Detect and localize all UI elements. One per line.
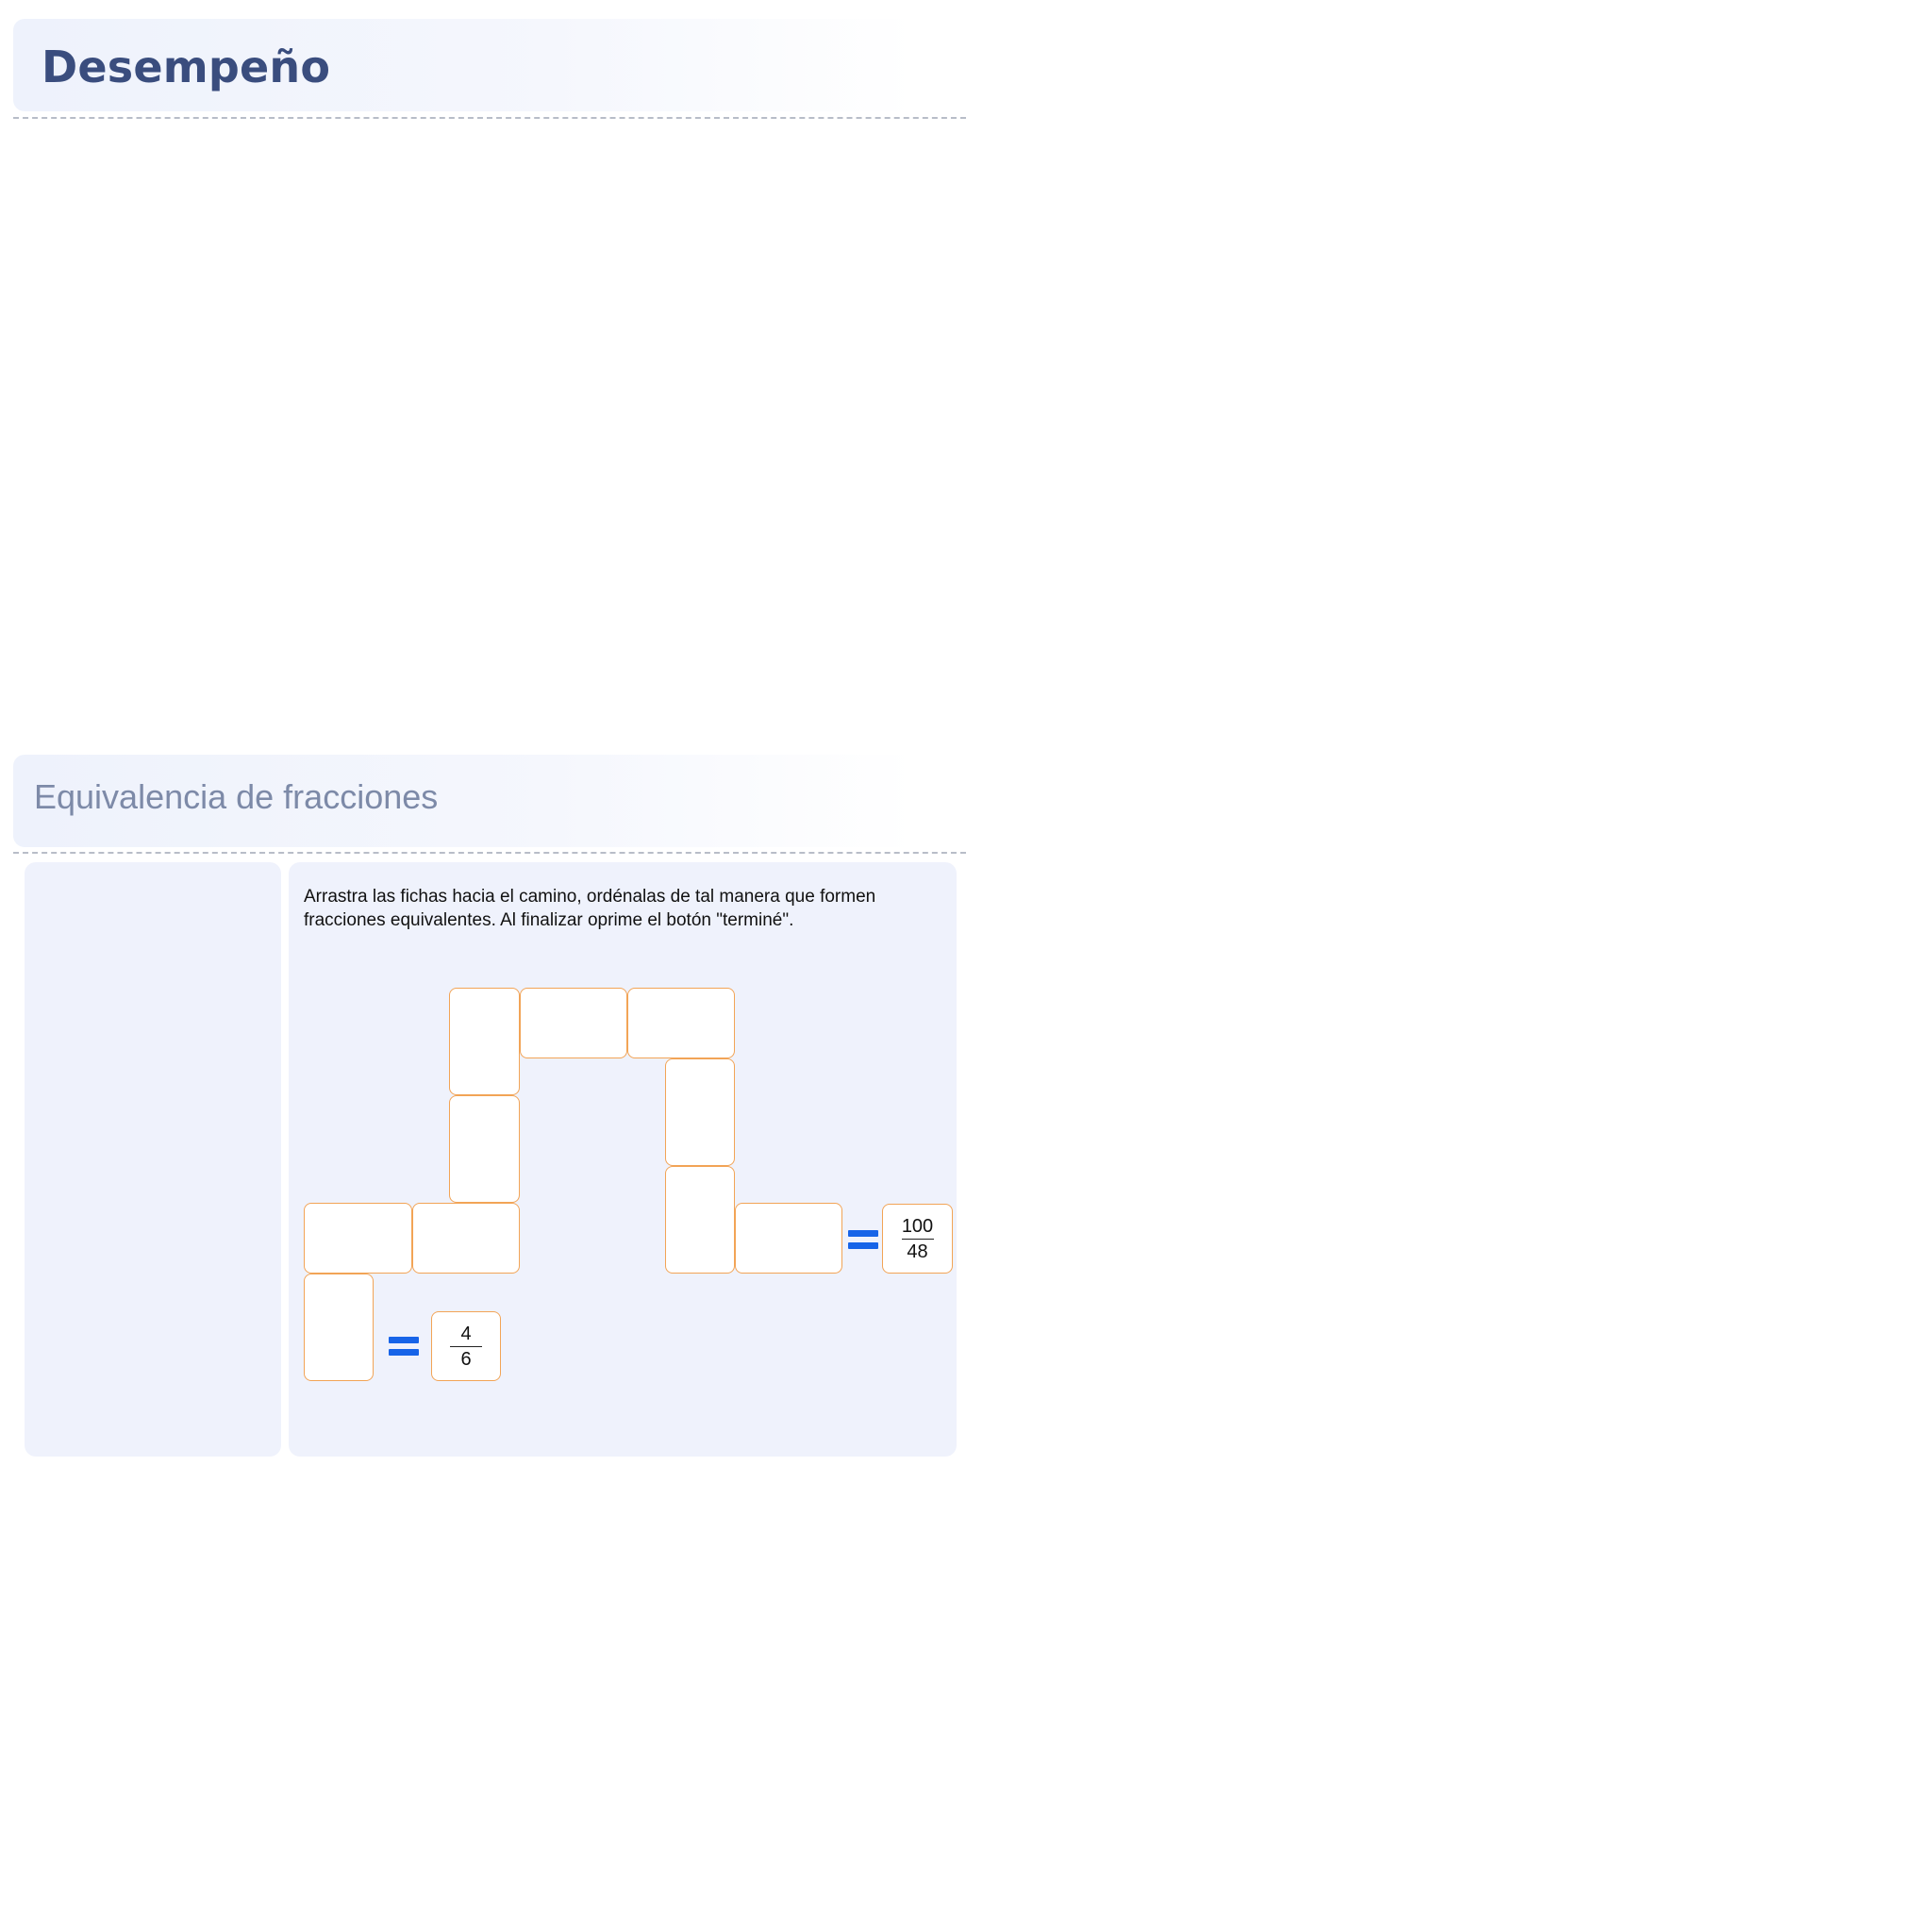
activity-header-banner: Equivalencia de fracciones: [13, 755, 915, 847]
activity-divider: [13, 852, 966, 854]
path-slot-9[interactable]: [665, 1166, 735, 1274]
equals-sign-end: [848, 1230, 878, 1249]
header-divider: [13, 117, 966, 119]
path-slot-4[interactable]: [449, 1095, 520, 1203]
path-slot-8[interactable]: [665, 1058, 735, 1166]
end-fraction-card: 100 48: [882, 1204, 953, 1274]
path-slot-6[interactable]: [520, 988, 627, 1058]
path-slot-7[interactable]: [627, 988, 735, 1058]
page-header-banner: Desempeño: [13, 19, 915, 111]
fraction-bar: [450, 1345, 482, 1347]
path-slot-3[interactable]: [412, 1203, 520, 1274]
start-fraction-numerator: 4: [460, 1323, 472, 1344]
end-fraction-denominator: 48: [907, 1241, 928, 1262]
activity-title: Equivalencia de fracciones: [34, 777, 439, 816]
activity-instructions: Arrastra las fichas hacia el camino, ord…: [304, 887, 876, 930]
equals-sign-start: [389, 1337, 419, 1356]
path-slot-1[interactable]: [304, 1274, 374, 1381]
start-fraction: 4 6: [450, 1324, 482, 1370]
start-fraction-denominator: 6: [460, 1348, 472, 1370]
page-title: Desempeño: [42, 42, 331, 92]
path-slot-2[interactable]: [304, 1203, 412, 1274]
end-fraction-numerator: 100: [901, 1215, 934, 1237]
path-slot-5[interactable]: [449, 988, 520, 1095]
end-fraction: 100 48: [901, 1215, 934, 1262]
fraction-bar: [901, 1238, 934, 1240]
path-slot-10[interactable]: [735, 1203, 842, 1274]
activity-panel: [289, 862, 957, 1457]
page: Desempeño Equivalencia de fracciones Arr…: [0, 0, 1932, 1932]
tiles-tray-panel: [25, 862, 281, 1457]
start-fraction-card: 4 6: [431, 1311, 501, 1381]
